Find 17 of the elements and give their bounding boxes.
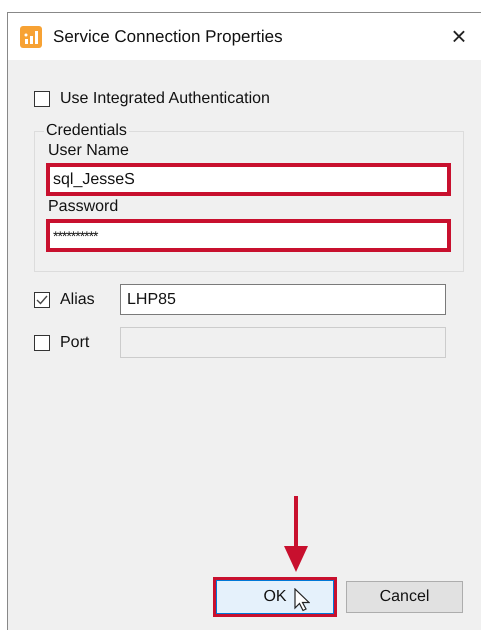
checkbox-label: Alias [60,290,95,308]
window-title: Service Connection Properties [53,26,284,46]
checkbox[interactable] [34,91,50,107]
group-title: Credentials [45,122,128,140]
close-button[interactable]: × [437,21,481,52]
field-label: User Name [48,142,129,160]
dialog-button[interactable]: Cancel [346,581,463,613]
input-field[interactable]: LHP85 [120,284,446,315]
field-label: Password [48,198,118,216]
mouse-cursor-icon [294,588,310,612]
checkbox-label: Use Integrated Authentication [60,90,270,108]
input-field[interactable]: sql_JesseS [46,163,451,196]
checkbox[interactable] [34,292,50,308]
checkbox-label: Port [60,334,90,352]
app-logo-icon [20,26,42,48]
input-field[interactable]: ********** [46,219,451,252]
dialog-button[interactable]: OK [216,580,334,614]
